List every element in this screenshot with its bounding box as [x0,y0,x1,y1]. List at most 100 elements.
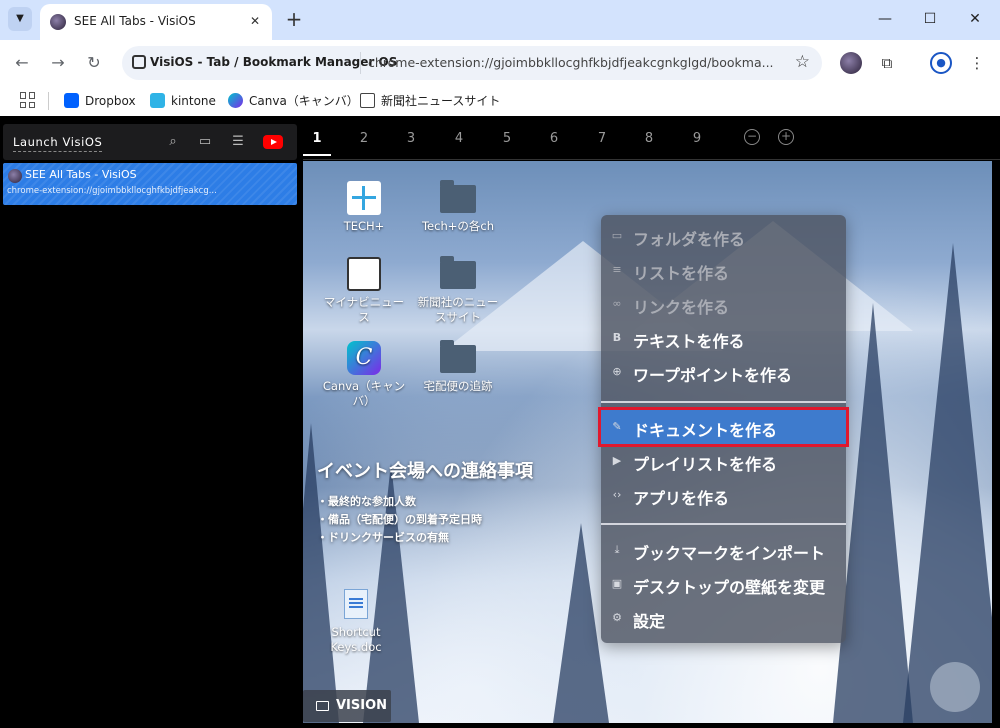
sidebar-tab-title: SEE All Tabs - VisiOS [25,168,137,181]
desktop-text-note[interactable]: イベント会場への連絡事項 ・最終的な参加人数 ・備品（宅配便）の到着予定日時 ・… [317,457,533,547]
folder-icon: ▭ [611,229,623,242]
tab-search-chevron-icon[interactable]: ▼ [8,7,32,31]
browser-toolbar: ← → ↻ VisiOS - Tab / Bookmark Manager OS… [0,40,1000,86]
desktop-tab-4[interactable]: 4 [449,131,469,146]
download-icon: ⤓ [614,543,620,556]
menu-create-app[interactable]: ‹› アプリを作る [601,478,846,512]
menu-import-bookmarks[interactable]: ⤓ ブックマークをインポート [601,533,846,567]
menu-item-label: ブックマークをインポート [633,544,826,563]
bookmark-kintone[interactable]: kintone [150,92,216,110]
close-window-icon[interactable]: ✕ [960,8,990,30]
menu-create-link[interactable]: ∞ リンクを作る [601,287,846,321]
bold-icon: B [612,331,622,344]
menu-create-list[interactable]: ≡ リストを作る [601,253,846,287]
edit-icon: ✎ [612,420,622,433]
link-icon: ∞ [612,297,622,310]
desktop-context-menu: ▭ フォルダを作る ≡ リストを作る ∞ リンクを作る B テキストを作る ⊕ … [598,215,849,643]
note-title: イベント会場への連絡事項 [317,461,533,482]
extension-page-icon [132,55,146,69]
browser-tab[interactable]: SEE All Tabs - VisiOS ✕ [40,4,272,40]
wallpaper-tree [903,243,992,723]
visios-favicon-icon [50,14,66,30]
desktop-icon-mynavi-news[interactable]: マイナビニュース [319,257,409,325]
forward-icon[interactable]: → [46,51,70,75]
menu-item-label: 設定 [633,612,666,631]
settings-icon: ⚙ [612,611,622,624]
canva-icon [228,93,243,108]
vision-button[interactable]: VISION [303,690,391,722]
desktop-folder-tech-channels[interactable]: Tech+の各ch [413,180,503,234]
menu-create-folder[interactable]: ▭ フォルダを作る [601,219,846,253]
menu-create-playlist[interactable]: ▶ プレイリストを作る [601,444,846,478]
desktop-tab-3[interactable]: 3 [401,131,421,146]
zoom-in-icon[interactable]: + [778,129,794,145]
launch-visios-link[interactable]: Launch VisiOS [13,135,103,152]
visios-extension-icon[interactable] [840,52,862,74]
desktop-folder-delivery-tracking[interactable]: 宅配便の追跡 [413,340,503,394]
profile-icon[interactable]: ● [930,52,952,74]
bookmark-folder-news[interactable]: 新聞社ニュースサイト [360,92,500,110]
dropbox-icon [64,93,79,108]
sidebar-tab-item[interactable]: SEE All Tabs - VisiOS chrome-extension:/… [3,163,297,205]
search-icon[interactable]: ⌕ [163,133,183,151]
desktop-tab-1[interactable]: 1 [307,131,327,146]
menu-item-label: デスクトップの壁紙を変更 [633,578,826,597]
bookmark-label: Dropbox [85,94,136,108]
youtube-icon: ▶ [612,454,622,467]
desktop-icon-label: Shortcut Keys.doc [330,625,382,654]
desktop-icon-label: 宅配便の追跡 [423,379,493,393]
omnibox-url[interactable]: chrome-extension://gjoimbbkllocghfkbjdfj… [368,55,788,70]
bookmark-canva[interactable]: Canva（キャンバ） [228,92,359,110]
menu-settings[interactable]: ⚙ 設定 [601,601,846,635]
bookmark-dropbox[interactable]: Dropbox [64,92,136,110]
bookmark-star-icon[interactable]: ☆ [795,52,810,72]
folder-icon [440,256,476,289]
globe-icon: ⊕ [612,365,622,378]
menu-create-warp-point[interactable]: ⊕ ワープポイントを作る [601,355,846,389]
desktop-icon-label: マイナビニュース [323,295,405,324]
note-item: ・備品（宅配便）の到着予定日時 [317,513,482,526]
desktop-icon-tech-plus[interactable]: TECH+ [319,181,409,234]
sidebar: Launch VisiOS ⌕ ▭ ☰ SEE All Tabs - VisiO… [0,116,300,728]
tab-title: SEE All Tabs - VisiOS [74,14,196,28]
code-icon: ‹› [612,488,622,501]
tech-plus-icon [347,181,381,215]
new-tab-button[interactable]: + [284,8,304,30]
visios-page: Launch VisiOS ⌕ ▭ ☰ SEE All Tabs - VisiO… [0,116,1000,728]
folder-icon[interactable]: ▭ [195,133,215,151]
kintone-icon [150,93,165,108]
desktop-tab-5[interactable]: 5 [497,131,517,146]
menu-item-label: リンクを作る [633,298,730,317]
more-menu-icon[interactable]: ⋮ [966,52,988,74]
desktop-tab-8[interactable]: 8 [639,131,659,146]
desktop-document-shortcut-keys[interactable]: Shortcut Keys.doc [311,589,401,655]
extensions-puzzle-icon[interactable]: ⧉ [876,52,898,74]
desktop-tab-9[interactable]: 9 [687,131,707,146]
desktop-tab-6[interactable]: 6 [544,131,564,146]
zoom-out-icon[interactable]: − [744,129,760,145]
desktop-tab-7[interactable]: 7 [592,131,612,146]
desktop-folder-news-sites[interactable]: 新聞社のニュースサイト [413,256,503,325]
minimize-icon[interactable]: — [870,8,900,30]
folder-icon [316,701,329,711]
menu-create-text[interactable]: B テキストを作る [601,321,846,355]
address-bar[interactable]: VisiOS - Tab / Bookmark Manager OS chrom… [122,46,822,80]
menu-divider [601,401,846,403]
folder-icon [360,93,375,108]
active-tab-indicator [303,154,331,156]
visios-logo-icon[interactable] [930,662,980,712]
apps-grid-icon[interactable] [20,92,36,108]
menu-change-wallpaper[interactable]: ▣ デスクトップの壁紙を変更 [601,567,846,601]
menu-create-document[interactable]: ✎ ドキュメントを作る [598,407,849,447]
desktop-tab-2[interactable]: 2 [354,131,374,146]
menu-icon[interactable]: ☰ [228,133,248,151]
maximize-icon[interactable]: ☐ [915,8,945,30]
folder-icon [440,340,476,373]
close-tab-icon[interactable]: ✕ [246,12,264,30]
menu-item-label: テキストを作る [633,332,745,351]
desktop-icon-canva[interactable]: C Canva（キャンバ） [319,341,409,409]
back-icon[interactable]: ← [10,51,34,75]
list-icon: ≡ [612,263,622,276]
youtube-icon[interactable] [263,135,283,149]
reload-icon[interactable]: ↻ [82,51,106,75]
